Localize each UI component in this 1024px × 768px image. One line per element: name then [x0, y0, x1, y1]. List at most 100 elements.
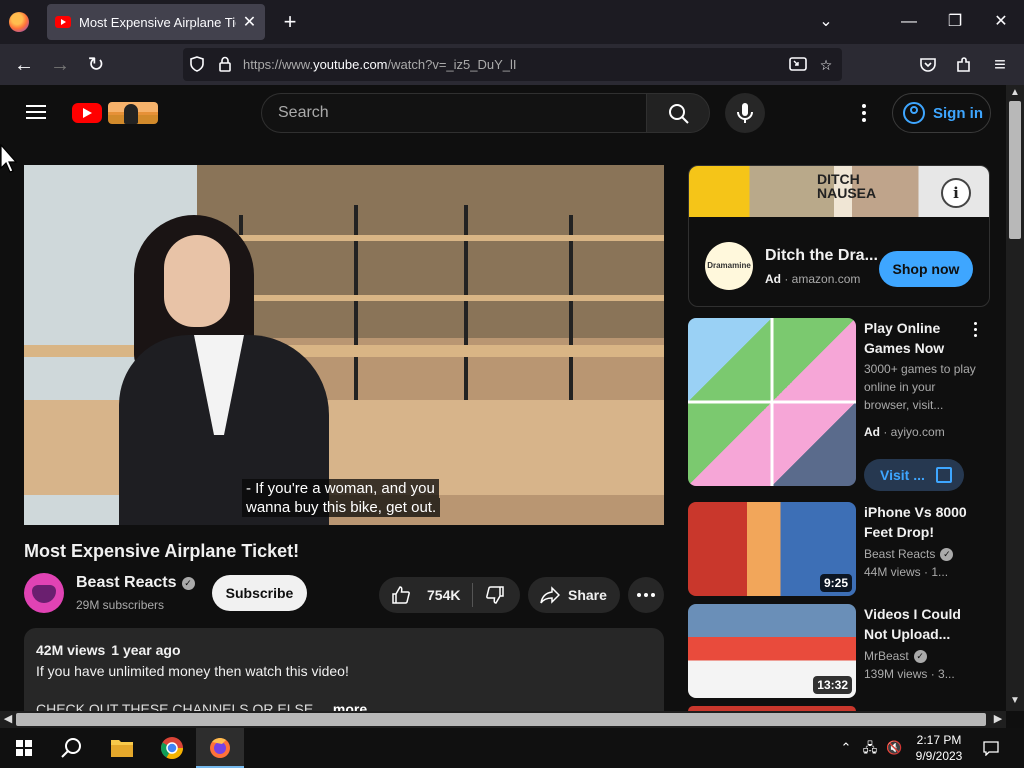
back-icon[interactable]: ←: [11, 52, 37, 78]
duration-badge: 13:32: [813, 676, 852, 694]
search-icon[interactable]: [48, 728, 96, 768]
show-more-link[interactable]: more: [333, 701, 367, 711]
rec-description: 3000+ games to play online in your brows…: [864, 362, 976, 412]
horizontal-scrollbar[interactable]: ◀ ▶: [0, 711, 1006, 728]
youtube-logo-icon[interactable]: [72, 103, 102, 123]
minimize-icon[interactable]: —: [897, 10, 921, 34]
shop-now-button[interactable]: Shop now: [879, 251, 973, 287]
like-button[interactable]: 754K: [379, 577, 471, 613]
sidebar-ad-card[interactable]: DITCH NAUSEA i Dramamine Ditch the Dra...…: [688, 165, 990, 307]
vertical-scrollbar[interactable]: ▲ ▼: [1006, 85, 1024, 711]
sign-in-button[interactable]: Sign in: [892, 93, 991, 133]
search-input[interactable]: [278, 104, 631, 122]
picture-in-picture-icon[interactable]: [789, 56, 807, 74]
list-item[interactable]: Play Online Games Now 3000+ games to pla…: [688, 318, 988, 491]
scroll-left-icon[interactable]: ◀: [2, 712, 14, 725]
channel-avatar[interactable]: [24, 573, 64, 613]
video-captions: - If you're a woman, and you wanna buy t…: [242, 479, 448, 517]
firefox-logo-icon[interactable]: [9, 12, 29, 32]
like-dislike-group: 754K: [379, 577, 520, 613]
rec-channel[interactable]: Beast Reacts ✓: [864, 547, 954, 561]
clock-date: 9/9/2023: [915, 749, 963, 763]
subscriber-count: 29M subscribers: [76, 598, 165, 612]
rec-channel[interactable]: MrBeast ✓: [864, 649, 927, 663]
notifications-icon[interactable]: [983, 740, 999, 760]
rec-title[interactable]: iPhone Vs 8000 Feet Drop!: [864, 502, 974, 542]
more-actions-button[interactable]: [628, 577, 664, 613]
ad-title[interactable]: Ditch the Dra...: [765, 247, 878, 265]
list-tabs-icon[interactable]: ⌄: [814, 10, 838, 34]
rec-title[interactable]: Videos I Could Not Upload...: [864, 604, 974, 644]
youtube-doodle-image[interactable]: [108, 102, 158, 124]
ad-info-icon[interactable]: i: [941, 178, 971, 208]
reload-icon[interactable]: ↻: [83, 52, 109, 78]
video-thumbnail[interactable]: 13:32: [688, 604, 856, 698]
description-line: If you have unlimited money then watch t…: [36, 663, 349, 679]
voice-search-button[interactable]: [725, 93, 765, 133]
chrome-icon[interactable]: [148, 728, 196, 768]
rec-more-icon[interactable]: [974, 322, 978, 338]
new-tab-icon[interactable]: +: [280, 10, 300, 34]
shelf-board: [239, 235, 664, 241]
system-clock[interactable]: 2:17 PM 9/9/2023: [910, 732, 968, 764]
rec-meta: 44M views · 1...: [864, 565, 949, 579]
hamburger-menu-icon[interactable]: [26, 105, 46, 119]
search-button[interactable]: [646, 93, 710, 133]
scroll-down-icon[interactable]: ▼: [1009, 695, 1021, 706]
thumbs-down-icon: [486, 586, 504, 604]
pocket-icon[interactable]: [915, 52, 941, 78]
share-button[interactable]: Share: [528, 577, 620, 613]
app-menu-icon[interactable]: ≡: [987, 52, 1013, 78]
scroll-right-icon[interactable]: ▶: [992, 712, 1004, 725]
scrollbar-thumb[interactable]: [1009, 101, 1021, 239]
tray-expand-icon[interactable]: ⌃: [838, 740, 854, 756]
external-link-icon: [936, 467, 952, 483]
url-bar[interactable]: https://www.youtube.com/watch?v=_iz5_DuY…: [183, 48, 842, 81]
sign-in-label: Sign in: [933, 104, 983, 122]
subscribe-button[interactable]: Subscribe: [212, 575, 307, 611]
share-label: Share: [568, 587, 607, 603]
list-item[interactable]: 13:32 Videos I Could Not Upload... MrBea…: [688, 604, 988, 698]
ad-thumbnail[interactable]: [688, 318, 856, 486]
close-window-icon[interactable]: ✕: [989, 10, 1013, 34]
dislike-button[interactable]: [475, 577, 519, 613]
network-icon[interactable]: 🖧: [862, 740, 878, 756]
channel-name[interactable]: Beast Reacts ✓: [76, 574, 195, 592]
browser-tab[interactable]: Most Expensive Airplane Ticket! ✕: [47, 4, 265, 40]
video-player[interactable]: - If you're a woman, and you wanna buy t…: [24, 165, 664, 525]
youtube-favicon-icon: [55, 16, 71, 28]
url-text[interactable]: https://www.youtube.com/watch?v=_iz5_DuY…: [243, 57, 517, 72]
list-item[interactable]: 9:25 iPhone Vs 8000 Feet Drop! Beast Rea…: [688, 502, 988, 596]
firefox-taskbar-icon[interactable]: [196, 728, 244, 768]
restore-icon[interactable]: ❐: [943, 10, 967, 34]
forward-icon[interactable]: →: [47, 52, 73, 78]
verified-check-icon: ✓: [181, 577, 195, 590]
account-icon: [903, 102, 925, 124]
settings-kebab-icon[interactable]: [852, 101, 876, 125]
tab-close-icon[interactable]: ✕: [242, 12, 257, 32]
clock-time: 2:17 PM: [916, 733, 962, 747]
rec-title[interactable]: Play Online Games Now: [864, 318, 974, 358]
file-explorer-icon[interactable]: [98, 728, 146, 768]
description-box[interactable]: 42M views 1 year ago If you have unlimite…: [24, 628, 664, 711]
bookmark-star-icon[interactable]: ☆: [817, 56, 835, 74]
caption-line: - If you're a woman, and you: [242, 479, 439, 498]
visit-site-button[interactable]: Visit ...: [864, 459, 964, 491]
scrollbar-thumb[interactable]: [16, 713, 986, 726]
advertiser-logo: Dramamine: [705, 242, 753, 290]
video-meta: 42M views 1 year ago: [36, 642, 652, 658]
thumbs-up-icon: [392, 586, 410, 604]
youtube-page: Sign in - If you're a woman, and you wan…: [0, 85, 1006, 711]
ad-source: Ad · amazon.com: [765, 272, 861, 286]
windows-start-icon[interactable]: [0, 728, 48, 768]
mouse-cursor-icon: [0, 144, 18, 173]
share-arrow-icon: [540, 586, 560, 604]
lock-icon[interactable]: [216, 56, 234, 74]
extensions-icon[interactable]: [951, 52, 977, 78]
volume-muted-icon[interactable]: 🔇: [886, 740, 902, 756]
scroll-up-icon[interactable]: ▲: [1009, 87, 1021, 98]
search-box: [261, 93, 647, 133]
video-thumbnail[interactable]: 9:25: [688, 502, 856, 596]
browser-tab-bar: Most Expensive Airplane Ticket! ✕ + ⌄ — …: [0, 0, 1024, 44]
tracking-shield-icon[interactable]: [188, 56, 206, 74]
